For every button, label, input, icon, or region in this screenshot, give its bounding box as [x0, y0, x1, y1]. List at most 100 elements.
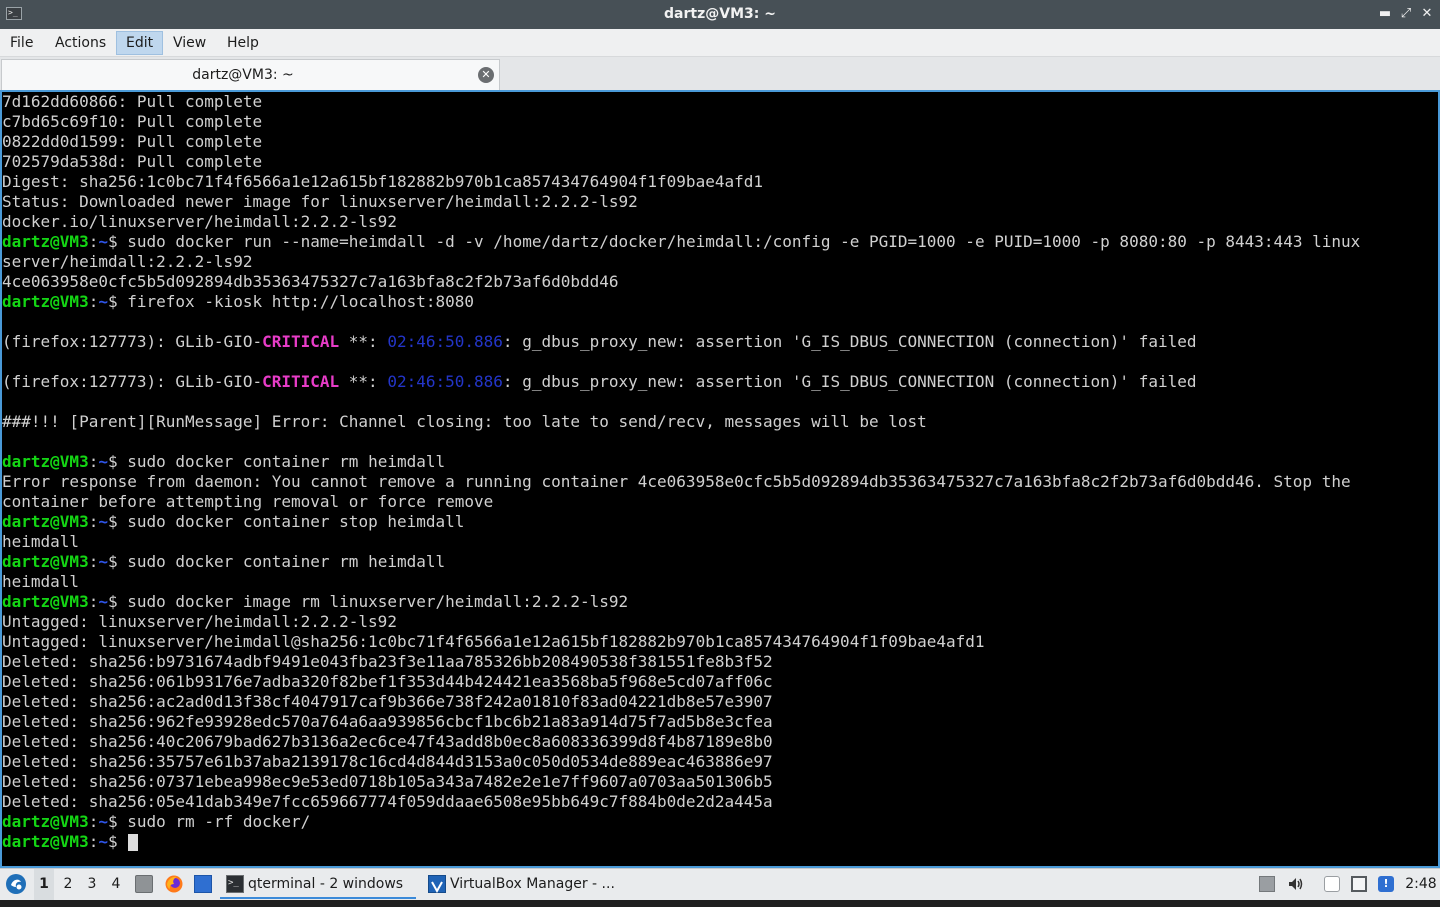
prompt-symbol: $ [107, 232, 128, 251]
output-line: Deleted: sha256:40c20679bad627b3136a2ec6… [2, 732, 773, 751]
output-line: ###!!! [Parent][RunMessage] Error: Chann… [2, 412, 927, 431]
command-text: sudo docker container rm heimdall [127, 552, 446, 571]
terminal-lines: 7d162dd60866: Pull complete c7bd65c69f10:… [2, 92, 1360, 852]
output-line: heimdall [2, 572, 80, 591]
glib-message: : g_dbus_proxy_new: assertion 'G_IS_DBUS… [502, 332, 1197, 351]
prompt-user: dartz@VM3 [2, 812, 89, 831]
prompt-symbol: $ [107, 832, 128, 851]
glib-separator: **: [339, 332, 388, 351]
timestamp: 02:46:50.886 [387, 332, 503, 351]
firefox-icon[interactable] [165, 875, 183, 893]
taskbar-app-virtualbox[interactable]: VirtualBox Manager - ... [422, 869, 622, 900]
timestamp: 02:46:50.886 [387, 372, 503, 391]
prompt-user: dartz@VM3 [2, 292, 89, 311]
terminal-output[interactable]: 7d162dd60866: Pull complete c7bd65c69f10:… [0, 90, 1440, 868]
glib-prefix: (firefox:127773): GLib-GIO- [2, 332, 263, 351]
critical-label: CRITICAL [262, 332, 340, 351]
tab-bar: dartz@VM3: ~ ✕ [0, 57, 1440, 90]
network-tray-icon[interactable] [1351, 876, 1367, 892]
output-line: (firefox:127773): GLib-GIO-CRITICAL **: … [2, 372, 1360, 392]
taskbar-app-qterminal[interactable]: >_ qterminal - 2 windows [220, 869, 416, 899]
command-line: dartz@VM3:~$ sudo docker run --name=heim… [2, 232, 1360, 252]
menu-view[interactable]: View [164, 31, 215, 55]
output-line: c7bd65c69f10: Pull complete [2, 112, 263, 131]
critical-label: CRITICAL [262, 372, 340, 391]
command-text: firefox -kiosk http://localhost:8080 [127, 292, 475, 311]
tab-label: dartz@VM3: ~ [192, 67, 294, 83]
storage-tray-icon[interactable] [1259, 876, 1275, 892]
workspace-4[interactable]: 4 [106, 869, 126, 900]
prompt-symbol: $ [107, 812, 128, 831]
command-line: dartz@VM3:~$ sudo rm -rf docker/ [2, 812, 1360, 832]
command-text: sudo docker container rm heimdall [127, 452, 446, 471]
output-line: Deleted: sha256:962fe93928edc570a764a6aa… [2, 712, 773, 731]
terminal-icon: >_ [226, 875, 244, 893]
start-menu-icon[interactable] [4, 869, 28, 900]
output-line: server/heimdall:2.2.2-ls92 [2, 252, 253, 271]
prompt-path: ~ [98, 832, 108, 851]
prompt-user: dartz@VM3 [2, 592, 89, 611]
clipboard-tray-icon[interactable] [1324, 876, 1340, 892]
output-line: 4ce063958e0cfc5b5d092894db35363475327c7a… [2, 272, 619, 291]
prompt-separator: : [88, 232, 99, 251]
output-line: Untagged: linuxserver/heimdall:2.2.2-ls9… [2, 612, 397, 631]
prompt-separator: : [88, 592, 99, 611]
output-line: Error response from daemon: You cannot r… [2, 472, 1351, 491]
prompt-path: ~ [98, 592, 108, 611]
notification-icon[interactable]: ! [1378, 876, 1394, 892]
output-line: Untagged: linuxserver/heimdall@sha256:1c… [2, 632, 985, 651]
workspace-2[interactable]: 2 [58, 869, 78, 900]
prompt-path: ~ [98, 812, 108, 831]
maximize-button[interactable]: ⤢ [1397, 5, 1415, 23]
command-text: sudo docker image rm linuxserver/heimdal… [127, 592, 629, 611]
prompt-path: ~ [98, 512, 108, 531]
glib-prefix: (firefox:127773): GLib-GIO- [2, 372, 263, 391]
prompt-symbol: $ [107, 592, 128, 611]
terminal-tab[interactable]: dartz@VM3: ~ ✕ [1, 59, 500, 90]
window-title-bar[interactable]: >_ dartz@VM3: ~ ▬ ⤢ ✕ [0, 0, 1440, 29]
output-line: Digest: sha256:1c0bc71f4f6566a1e12a615bf… [2, 172, 763, 191]
output-line: Status: Downloaded newer image for linux… [2, 192, 638, 211]
prompt-separator: : [88, 812, 99, 831]
prompt-symbol: $ [107, 552, 128, 571]
prompt-separator: : [88, 832, 99, 851]
glib-message: : g_dbus_proxy_new: assertion 'G_IS_DBUS… [502, 372, 1197, 391]
command-line: dartz@VM3:~$ firefox -kiosk http://local… [2, 292, 1360, 312]
output-line: docker.io/linuxserver/heimdall:2.2.2-ls9… [2, 212, 397, 231]
menu-file[interactable]: File [1, 31, 42, 55]
menu-help[interactable]: Help [218, 31, 268, 55]
output-line: Deleted: sha256:b9731674adbf9491e043fba2… [2, 652, 773, 671]
taskbar: 1 2 3 4 >_ qterminal - 2 windows Virtual… [0, 868, 1440, 900]
prompt-symbol: $ [107, 452, 128, 471]
output-line: 0822dd0d1599: Pull complete [2, 132, 263, 151]
prompt-path: ~ [98, 232, 108, 251]
workspace-1[interactable]: 1 [34, 869, 54, 900]
workspace-3[interactable]: 3 [82, 869, 102, 900]
close-button[interactable]: ✕ [1418, 5, 1436, 23]
glib-separator: **: [339, 372, 388, 391]
prompt-path: ~ [98, 552, 108, 571]
terminal-cursor [128, 834, 139, 851]
command-line: dartz@VM3:~$ sudo docker container rm he… [2, 552, 1360, 572]
file-manager-icon[interactable] [135, 875, 153, 893]
taskbar-app-label: qterminal - 2 windows [248, 876, 404, 892]
command-text: sudo docker run --name=heimdall -d -v /h… [127, 232, 1361, 251]
show-desktop-icon[interactable] [194, 875, 212, 893]
prompt-separator: : [88, 292, 99, 311]
volume-icon[interactable] [1287, 876, 1303, 892]
output-line: 7d162dd60866: Pull complete [2, 92, 263, 111]
tab-close-icon[interactable]: ✕ [478, 67, 494, 83]
prompt-user: dartz@VM3 [2, 832, 89, 851]
output-line: Deleted: sha256:35757e61b37aba2139178c16… [2, 752, 773, 771]
menu-edit[interactable]: Edit [116, 31, 164, 55]
menu-actions[interactable]: Actions [46, 31, 115, 55]
minimize-button[interactable]: ▬ [1376, 5, 1394, 23]
clock[interactable]: 2:48 [1404, 869, 1438, 900]
prompt-separator: : [88, 552, 99, 571]
prompt-path: ~ [98, 452, 108, 471]
prompt-user: dartz@VM3 [2, 552, 89, 571]
